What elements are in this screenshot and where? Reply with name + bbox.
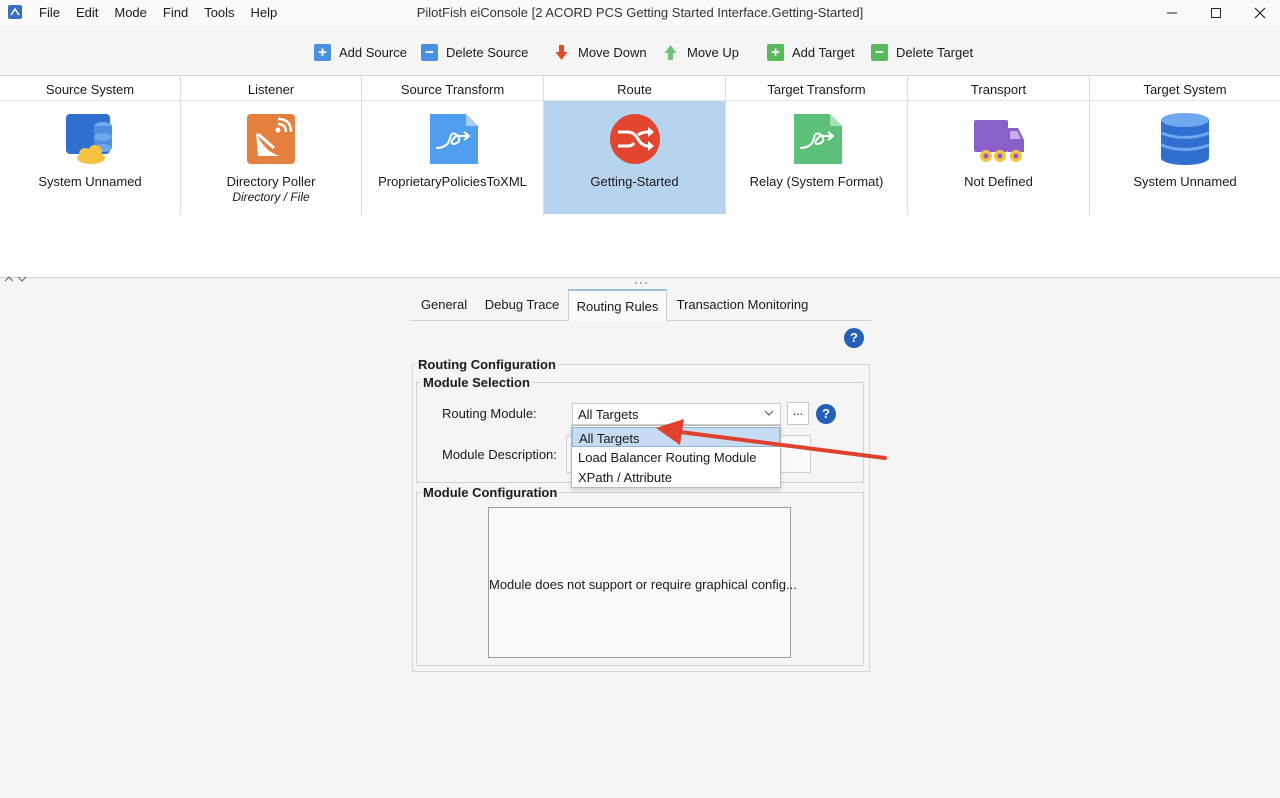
- add-source-button[interactable]: + Add Source: [314, 42, 407, 62]
- arrow-down-icon: [555, 44, 568, 60]
- stage-name: Not Defined: [964, 174, 1033, 189]
- dropdown-option-xpath-attribute[interactable]: XPath / Attribute: [572, 467, 780, 487]
- satellite-dish-icon: [247, 114, 295, 164]
- menu-tools[interactable]: Tools: [196, 0, 242, 26]
- tab-bar: General Debug Trace Routing Rules Transa…: [410, 289, 871, 321]
- drag-handle-icon: [635, 282, 647, 284]
- transform-document-icon: [793, 114, 842, 164]
- stage-listener[interactable]: Listener Directory Poller Directory / Fi…: [181, 76, 362, 215]
- help-icon[interactable]: ?: [844, 328, 864, 348]
- routing-module-select[interactable]: All Targets: [572, 403, 781, 425]
- title-bar: File Edit Mode Find Tools Help PilotFish…: [0, 0, 1280, 26]
- stage-name: System Unnamed: [1133, 174, 1237, 189]
- stage-header: Source Transform: [362, 76, 543, 101]
- stage-route[interactable]: Route Getting-Started: [544, 76, 726, 215]
- close-icon: [1254, 7, 1266, 19]
- add-target-label: Add Target: [792, 44, 855, 60]
- tab-general[interactable]: General: [412, 289, 476, 321]
- dropdown-option-load-balancer[interactable]: Load Balancer Routing Module: [572, 447, 780, 467]
- database-icon: [1160, 113, 1210, 165]
- delete-target-button[interactable]: − Delete Target: [871, 42, 973, 62]
- routing-configuration-title: Routing Configuration: [416, 357, 558, 372]
- tab-routing-rules[interactable]: Routing Rules: [568, 289, 667, 321]
- stage-target-system[interactable]: Target System System Unnamed: [1090, 76, 1280, 215]
- move-down-button[interactable]: Move Down: [553, 42, 647, 62]
- toolbar: + Add Source − Delete Source Move Down M…: [0, 36, 1280, 68]
- close-button[interactable]: [1240, 0, 1280, 26]
- minimize-button[interactable]: [1152, 0, 1192, 26]
- minus-icon: −: [871, 43, 888, 61]
- stage-target-transform[interactable]: Target Transform Relay (System Format): [726, 76, 908, 215]
- transform-document-icon: [429, 114, 478, 164]
- module-configuration-panel: Module does not support or require graph…: [488, 507, 797, 658]
- maximize-button[interactable]: [1196, 0, 1236, 26]
- tab-transaction-monitoring[interactable]: Transaction Monitoring: [672, 289, 813, 321]
- stage-header: Transport: [908, 76, 1089, 101]
- move-down-label: Move Down: [578, 44, 647, 60]
- stage-header: Target System: [1090, 76, 1280, 101]
- database-cloud-icon: [66, 114, 112, 164]
- routing-module-label: Routing Module:: [442, 406, 537, 421]
- stage-header: Source System: [0, 76, 180, 101]
- stage-name: Directory Poller: [226, 174, 316, 189]
- module-browse-button[interactable]: ...: [787, 402, 809, 425]
- menu-find[interactable]: Find: [155, 0, 196, 26]
- module-selection-title: Module Selection: [421, 375, 532, 390]
- stage-transport[interactable]: Transport Not Defined: [908, 76, 1090, 215]
- dropdown-option-all-targets[interactable]: All Targets: [572, 427, 780, 447]
- delete-source-label: Delete Source: [446, 44, 529, 60]
- help-icon[interactable]: ?: [816, 404, 836, 424]
- move-up-label: Move Up: [687, 44, 740, 60]
- splitter-handle[interactable]: [634, 277, 648, 288]
- menu-help[interactable]: Help: [243, 0, 286, 26]
- plus-icon: +: [767, 43, 784, 61]
- routing-module-value: All Targets: [578, 407, 639, 422]
- stage-name: Relay (System Format): [749, 174, 884, 189]
- menu-mode[interactable]: Mode: [106, 0, 155, 26]
- routing-module-dropdown: All Targets Load Balancer Routing Module…: [571, 425, 781, 488]
- route-icon: [609, 114, 660, 164]
- stage-header: Route: [544, 76, 725, 101]
- stage-header: Target Transform: [726, 76, 907, 101]
- menu-bar: File Edit Mode Find Tools Help: [31, 0, 285, 26]
- truck-icon: [973, 120, 1024, 162]
- module-description-label: Module Description:: [442, 447, 557, 462]
- splitter-collapse-toggle[interactable]: [4, 275, 28, 286]
- delete-target-label: Delete Target: [896, 44, 974, 60]
- stage-source-transform[interactable]: Source Transform ProprietaryPoliciesToXM…: [362, 76, 544, 215]
- module-configuration-title: Module Configuration: [421, 485, 560, 500]
- delete-source-button[interactable]: − Delete Source: [421, 42, 528, 62]
- move-up-button[interactable]: Move Up: [662, 42, 739, 62]
- menu-edit[interactable]: Edit: [68, 0, 106, 26]
- app-icon: [8, 5, 22, 19]
- plus-icon: +: [314, 43, 331, 61]
- menu-file[interactable]: File: [31, 0, 68, 26]
- maximize-icon: [1211, 8, 1221, 18]
- chevron-up-down-icon: [4, 276, 27, 282]
- add-source-label: Add Source: [339, 44, 407, 60]
- stage-name: Getting-Started: [590, 174, 679, 189]
- chevron-down-icon: [764, 410, 774, 416]
- stage-name: System Unnamed: [38, 174, 142, 189]
- add-target-button[interactable]: + Add Target: [767, 42, 855, 62]
- arrow-up-icon: [664, 44, 677, 60]
- tab-debug-trace[interactable]: Debug Trace: [480, 289, 564, 321]
- route-stages-panel: Source System System Unnamed Listener Di…: [0, 75, 1280, 278]
- stage-subtitle: Directory / File: [232, 190, 310, 204]
- module-configuration-message: Module does not support or require graph…: [489, 577, 797, 592]
- stage-source-system[interactable]: Source System System Unnamed: [0, 76, 181, 215]
- stage-header: Listener: [181, 76, 361, 101]
- stage-name: ProprietaryPoliciesToXML: [378, 174, 527, 189]
- minimize-icon: [1167, 12, 1177, 14]
- minus-icon: −: [421, 43, 438, 61]
